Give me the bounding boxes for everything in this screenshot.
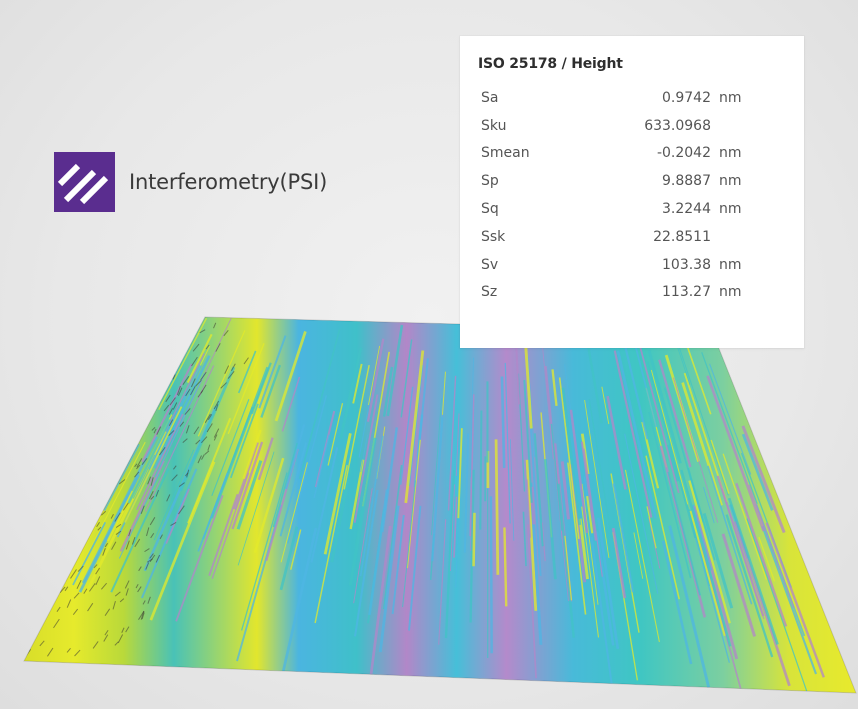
brand-name: Interferometry(PSI) xyxy=(129,170,328,194)
stats-table: Sa 0.9742 nm Sku 633.0968 Smean -0.2042 nm Sp 9.8… xyxy=(478,84,788,306)
stat-row: Sz 113.27 nm xyxy=(478,279,788,307)
stat-name: Ssk xyxy=(481,228,506,245)
stat-unit: nm xyxy=(719,89,742,106)
stat-row: Sv 103.38 nm xyxy=(478,251,788,279)
stat-unit: nm xyxy=(719,173,742,190)
stat-row: Sp 9.8887 nm xyxy=(478,167,788,195)
stat-unit: nm xyxy=(719,201,742,218)
stat-value: 9.8887 xyxy=(662,173,711,190)
stat-name: Sp xyxy=(481,173,499,190)
stat-value: 103.38 xyxy=(662,256,711,273)
stat-name: Smean xyxy=(481,145,530,162)
stat-value: 633.0968 xyxy=(644,117,711,134)
stat-unit: nm xyxy=(719,256,742,273)
stat-name: Sku xyxy=(481,117,507,134)
stat-row: Ssk 22.8511 xyxy=(478,223,788,251)
stat-row: Sku 633.0968 xyxy=(478,112,788,140)
brand-label: Interferometry(PSI) xyxy=(54,152,327,212)
stat-row: Sq 3.2244 nm xyxy=(478,195,788,223)
stat-value: 113.27 xyxy=(662,284,711,301)
stat-value: -0.2042 xyxy=(656,145,711,162)
stat-name: Sa xyxy=(481,89,499,106)
stat-value: 22.8511 xyxy=(653,228,711,245)
stat-name: Sv xyxy=(481,256,499,273)
diagonal-stripes-icon xyxy=(54,152,115,212)
stat-value: 0.9742 xyxy=(662,89,711,106)
stat-name: Sq xyxy=(481,201,499,218)
stat-row: Smean -0.2042 nm xyxy=(478,140,788,168)
stat-value: 3.2244 xyxy=(662,201,711,218)
iso-height-stats-panel: ISO 25178 / Height Sa 0.9742 nm Sku 633.0968… xyxy=(460,36,804,348)
stats-title: ISO 25178 / Height xyxy=(478,56,623,72)
stat-unit: nm xyxy=(719,145,742,162)
stat-unit: nm xyxy=(719,284,742,301)
stat-name: Sz xyxy=(481,284,498,301)
stat-row: Sa 0.9742 nm xyxy=(478,84,788,112)
